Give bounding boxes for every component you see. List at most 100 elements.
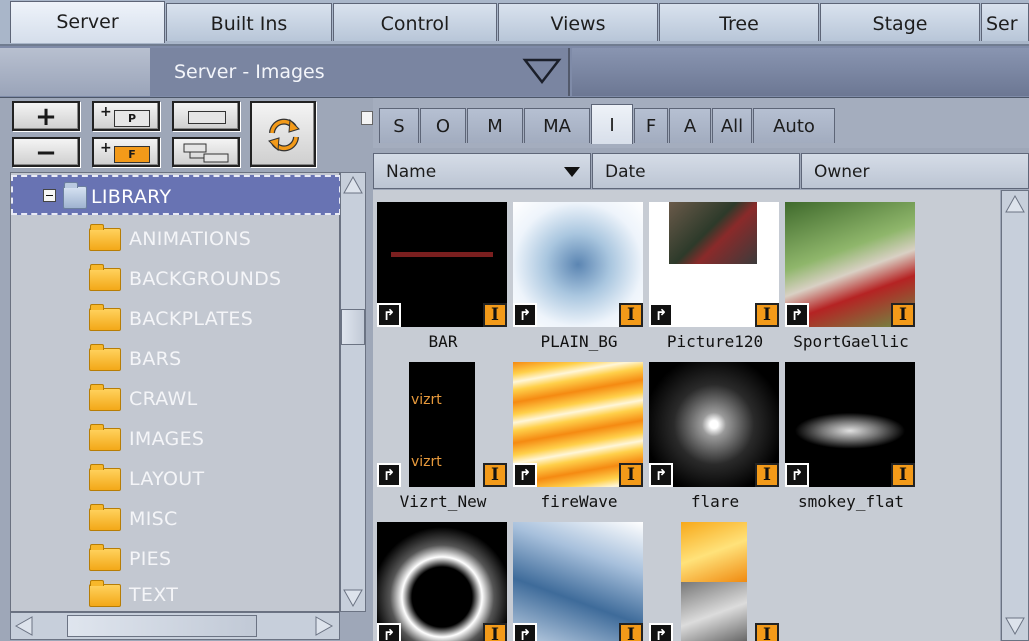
library-tree[interactable]: LIBRARY ANIMATIONS BACKGROUNDS BACKPLATE… (10, 172, 341, 615)
tree-item-label: LAYOUT (129, 468, 205, 490)
tree-layout-button[interactable] (172, 137, 240, 167)
folder-icon (89, 384, 121, 411)
filter-tab-m[interactable]: M (467, 108, 523, 143)
tree-item-label: BARS (129, 348, 182, 370)
new-project-icon: P (114, 110, 150, 127)
filter-tab-a[interactable]: A (669, 108, 711, 143)
image-tile-firewave[interactable]: ↱ I fireWave (511, 358, 647, 518)
image-tile-picture120[interactable]: ↱ I Picture120 (647, 198, 783, 358)
column-label: Name (386, 162, 437, 182)
image-tile-plain-bg[interactable]: ↱ I PLAIN_BG (511, 198, 647, 358)
plus-mark: + (100, 104, 112, 120)
link-icon: ↱ (513, 623, 537, 641)
scroll-up-icon[interactable] (1004, 193, 1026, 215)
folder-icon (89, 504, 121, 531)
tree-item-backgrounds[interactable]: BACKGROUNDS (11, 259, 341, 299)
tab-server[interactable]: Server (10, 1, 165, 43)
image-tile-vizrt-new[interactable]: vizrt vizrt ↱ I Vizrt_New (375, 358, 511, 518)
vizrt-logo-text: vizrt (411, 392, 442, 408)
scroll-right-icon[interactable] (313, 615, 335, 637)
link-icon: ↱ (377, 303, 401, 327)
tab-tree[interactable]: Tree (659, 3, 819, 41)
tree-item-library[interactable]: LIBRARY (11, 175, 341, 215)
image-tile-flare[interactable]: ↱ I flare (647, 358, 783, 518)
folder-icon (89, 224, 121, 251)
new-folder-button[interactable]: + F (92, 137, 160, 167)
layout-button[interactable] (172, 101, 240, 131)
triangle-down-icon[interactable] (522, 56, 562, 86)
folder-icon (89, 544, 121, 571)
image-tile-sportgaellic[interactable]: ↱ I SportGaellic (783, 198, 919, 358)
tree-item-pies[interactable]: PIES (11, 539, 341, 579)
image-type-badge: I (619, 463, 643, 487)
tab-ser[interactable]: Ser (981, 3, 1029, 41)
link-icon: ↱ (785, 303, 809, 327)
image-tile[interactable]: ↱ I (375, 518, 511, 641)
header-spacer (0, 48, 150, 96)
tree-item-bars[interactable]: BARS (11, 339, 341, 379)
link-icon: ↱ (649, 463, 673, 487)
filter-tab-s[interactable]: S (379, 108, 419, 143)
tree-item-text[interactable]: TEXT (11, 575, 341, 615)
scroll-down-icon[interactable] (1004, 615, 1026, 637)
column-header-name[interactable]: Name (373, 153, 591, 189)
link-icon: ↱ (377, 623, 401, 641)
image-tile[interactable]: ↱ I (511, 518, 647, 641)
link-icon: ↱ (513, 463, 537, 487)
tree-hscroll-thumb[interactable] (67, 615, 257, 637)
sort-down-icon[interactable] (564, 167, 580, 177)
tab-built-ins[interactable]: Built Ins (166, 3, 332, 41)
tree-layout-icon (183, 143, 229, 163)
layout-icon (188, 111, 226, 124)
filter-tab-all[interactable]: All (712, 108, 752, 143)
grid-vertical-scrollbar[interactable] (1001, 190, 1029, 641)
tree-vertical-scrollbar[interactable] (340, 172, 366, 612)
image-name: smokey_flat (798, 492, 904, 511)
vizrt-logo-text: vizrt (411, 454, 442, 470)
splitter-handle[interactable] (361, 111, 373, 125)
collapse-icon[interactable] (43, 189, 56, 202)
tree-item-backplates[interactable]: BACKPLATES (11, 299, 341, 339)
tab-views[interactable]: Views (498, 3, 658, 41)
filter-tab-auto[interactable]: Auto (753, 108, 835, 143)
tab-stage[interactable]: Stage (820, 3, 980, 41)
column-header-date[interactable]: Date (592, 153, 800, 189)
image-tile[interactable]: ↱ I (647, 518, 783, 641)
scroll-down-icon[interactable] (342, 587, 364, 609)
image-tile-smokey-flat[interactable]: ↱ I smokey_flat (783, 358, 919, 518)
image-type-badge: I (755, 303, 779, 327)
header-fill (572, 48, 1029, 96)
image-name: PLAIN_BG (540, 332, 618, 351)
filter-tab-f[interactable]: F (634, 108, 668, 143)
tree-scroll-thumb[interactable] (341, 309, 365, 345)
new-project-button[interactable]: + P (92, 101, 160, 131)
add-icon: + (35, 102, 57, 132)
refresh-button[interactable] (250, 101, 316, 167)
image-name: Vizrt_New (399, 492, 487, 511)
filter-tab-i[interactable]: I (591, 104, 633, 144)
tree-horizontal-scrollbar[interactable] (10, 612, 340, 640)
tree-item-images[interactable]: IMAGES (11, 419, 341, 459)
image-tile-bar[interactable]: ↱ I BAR (375, 198, 511, 358)
image-type-badge: I (755, 463, 779, 487)
link-icon: ↱ (785, 463, 809, 487)
main-tab-bar: Server Built Ins Control Views Tree Stag… (0, 0, 1029, 46)
column-header-owner[interactable]: Owner (801, 153, 1029, 189)
tree-item-crawl[interactable]: CRAWL (11, 379, 341, 419)
tree-item-misc[interactable]: MISC (11, 499, 341, 539)
tree-item-label: LIBRARY (91, 186, 172, 208)
tree-item-layout[interactable]: LAYOUT (11, 459, 341, 499)
remove-button[interactable]: − (12, 137, 80, 167)
tree-item-label: BACKGROUNDS (129, 268, 282, 290)
filter-tab-ma[interactable]: MA (524, 108, 590, 143)
add-button[interactable]: + (12, 101, 80, 131)
image-type-badge: I (619, 623, 643, 641)
tree-item-label: BACKPLATES (129, 308, 254, 330)
tree-item-label: MISC (129, 508, 178, 530)
tab-control[interactable]: Control (333, 3, 497, 41)
filter-tab-o[interactable]: O (420, 108, 466, 143)
scroll-up-icon[interactable] (342, 174, 364, 196)
scroll-left-icon[interactable] (13, 615, 35, 637)
refresh-icon (268, 118, 300, 152)
tree-item-animations[interactable]: ANIMATIONS (11, 219, 341, 259)
